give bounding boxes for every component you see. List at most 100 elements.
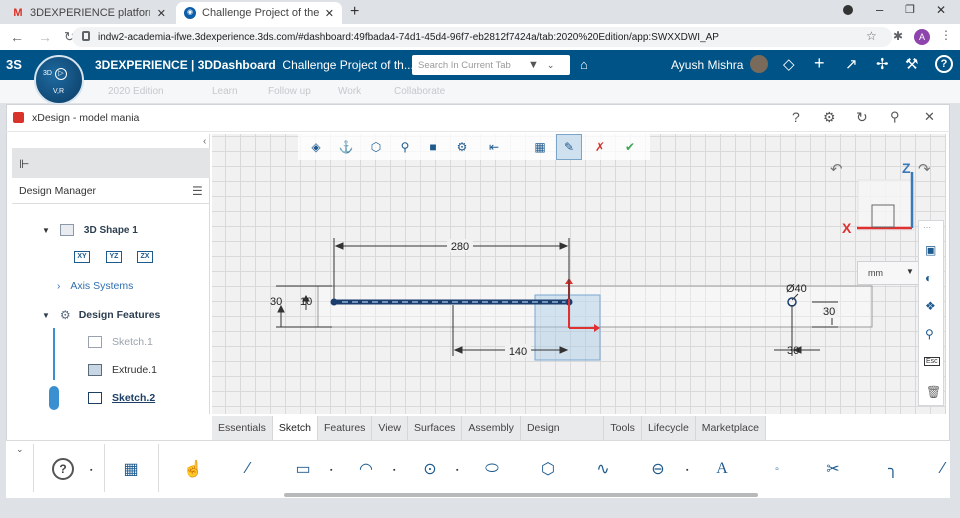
- trim-tool-icon[interactable]: ✂: [820, 456, 846, 482]
- close-tab-icon[interactable]: ✕: [157, 7, 166, 20]
- slot-tool-icon[interactable]: ⊖: [645, 456, 671, 482]
- line-tool-icon[interactable]: ⁄: [235, 456, 261, 482]
- dashboard-tab[interactable]: Collaborate: [394, 86, 445, 97]
- tag-icon[interactable]: ⌂: [580, 57, 588, 72]
- rollback-bar[interactable]: [49, 386, 59, 410]
- profile-avatar[interactable]: A: [914, 29, 930, 45]
- media-icon[interactable]: [843, 5, 853, 15]
- play-icon[interactable]: ▷: [55, 68, 67, 80]
- settings-icon[interactable]: ⚙: [823, 109, 836, 126]
- dashboard-tab[interactable]: 2020 Edition: [108, 86, 164, 97]
- measure-icon[interactable]: ◐: [925, 271, 932, 285]
- rotate-right-icon[interactable]: ↷: [918, 161, 931, 178]
- more-dot[interactable]: ▪: [393, 467, 395, 474]
- add-icon[interactable]: +: [814, 53, 825, 74]
- tab-essentials[interactable]: Essentials: [212, 416, 273, 440]
- chevron-down-icon[interactable]: ▼: [906, 267, 914, 276]
- dim-d40-label[interactable]: Ø40: [786, 283, 807, 295]
- minimize-icon[interactable]: –: [876, 2, 883, 17]
- browser-tab-gmail[interactable]: M 3DEXPERIENCE platform - Gettin ✕: [4, 2, 174, 24]
- hamburger-menu-icon[interactable]: ☰: [192, 184, 203, 198]
- dim-140-label[interactable]: 140: [509, 346, 527, 358]
- help-icon[interactable]: ?: [935, 55, 953, 73]
- help-icon[interactable]: ?: [52, 458, 74, 480]
- grid-snap-icon[interactable]: ▦: [118, 456, 144, 482]
- dim-30-bottom-label[interactable]: 30: [787, 345, 799, 357]
- more-dot[interactable]: ▪: [90, 467, 92, 474]
- browser-tab-challenge[interactable]: ◉ Challenge Project of the Year 20 ✕: [176, 2, 342, 24]
- expand-arrow-icon[interactable]: ▼: [42, 226, 50, 235]
- dashboard-title[interactable]: Challenge Project of th...: [282, 58, 413, 72]
- filter-icon[interactable]: ▼: [528, 59, 539, 71]
- extensions-icon[interactable]: ✱: [893, 29, 903, 43]
- user-name[interactable]: Ayush Mishra: [671, 58, 743, 72]
- dim-30-left-label[interactable]: 30: [270, 296, 282, 308]
- chevron-right-icon[interactable]: ›: [57, 281, 60, 292]
- message-icon[interactable]: ◇: [783, 55, 795, 73]
- point-tool-icon[interactable]: ▫: [764, 456, 790, 482]
- tab-view[interactable]: View: [372, 416, 408, 440]
- close-window-icon[interactable]: ✕: [936, 3, 946, 17]
- dim-280-label[interactable]: 280: [451, 241, 469, 253]
- tree-node-sketch2[interactable]: Sketch.2: [88, 392, 155, 404]
- expand-arrow-icon[interactable]: ▼: [42, 311, 50, 320]
- tab-features[interactable]: Features: [317, 416, 373, 440]
- refresh-icon[interactable]: ↻: [856, 109, 868, 126]
- toolbar-scrollbar[interactable]: [284, 493, 758, 497]
- slot-endpoint[interactable]: [330, 298, 338, 306]
- tree-icon[interactable]: ⊩: [19, 157, 29, 171]
- dim-30-right-label[interactable]: 30: [823, 306, 835, 318]
- tree-node-axis-systems[interactable]: › Axis Systems: [57, 280, 133, 292]
- tree-node-3d-shape[interactable]: ▼ 3D Shape 1: [42, 224, 138, 236]
- tree-node-extrude1[interactable]: Extrude.1: [88, 364, 157, 376]
- help-icon[interactable]: ?: [792, 109, 800, 125]
- search-model-icon[interactable]: ⚲: [925, 327, 934, 341]
- spline-tool-icon[interactable]: ∿: [590, 456, 616, 482]
- ellipse-tool-icon[interactable]: ⬭: [479, 456, 505, 482]
- restore-icon[interactable]: ❐: [905, 3, 915, 16]
- share-icon[interactable]: ↗: [845, 55, 858, 73]
- drag-handle-icon[interactable]: ⋯: [923, 223, 931, 232]
- tree-node-design-features[interactable]: ▼ ⚙ Design Features: [42, 308, 160, 322]
- fillet-tool-icon[interactable]: ╮: [880, 456, 906, 482]
- delete-icon[interactable]: 🗑: [926, 385, 941, 399]
- more-tools-icon[interactable]: ⁄: [930, 456, 956, 482]
- section-view-icon[interactable]: ▣: [925, 243, 936, 257]
- pin-icon[interactable]: ⚲: [890, 109, 900, 125]
- text-tool-icon[interactable]: A: [709, 456, 735, 482]
- chevron-down-icon[interactable]: ⌄: [547, 60, 555, 71]
- esc-icon[interactable]: Esc: [924, 357, 940, 366]
- appearance-icon[interactable]: ❖: [925, 299, 936, 313]
- search-box[interactable]: Search In Current Tab ▼ ⌄: [412, 55, 570, 75]
- url-field[interactable]: indw2-academia-ifwe.3dexperience.3ds.com…: [72, 27, 892, 47]
- tab-assembly[interactable]: Assembly: [462, 416, 521, 440]
- plane-yz-icon[interactable]: YZ: [106, 251, 122, 263]
- polygon-tool-icon[interactable]: ⬡: [535, 456, 561, 482]
- rectangle-tool-icon[interactable]: ▭: [290, 456, 316, 482]
- tab-design-guidance[interactable]: Design Guidance: [520, 416, 605, 458]
- menu-icon[interactable]: ⋮: [940, 28, 952, 42]
- collapse-panel-icon[interactable]: ‹: [203, 136, 206, 147]
- dashboard-tab[interactable]: Work: [338, 86, 361, 97]
- star-icon[interactable]: ☆: [866, 29, 877, 43]
- network-icon[interactable]: ✢: [876, 55, 889, 73]
- select-tool-icon[interactable]: ☝: [180, 456, 206, 482]
- dim-10-label[interactable]: 10: [300, 296, 312, 308]
- tab-sketch[interactable]: Sketch: [272, 416, 318, 440]
- compass-widget[interactable]: 3D ▷ V,R: [34, 55, 84, 105]
- tab-lifecycle[interactable]: Lifecycle: [641, 416, 696, 440]
- close-icon[interactable]: ✕: [924, 109, 935, 125]
- plane-zx-icon[interactable]: ZX: [137, 251, 153, 263]
- tab-marketplace[interactable]: Marketplace: [695, 416, 766, 440]
- rotate-left-icon[interactable]: ↶: [830, 161, 843, 178]
- more-dot[interactable]: ▪: [686, 467, 688, 474]
- dashboard-tab[interactable]: Learn: [212, 86, 238, 97]
- user-avatar[interactable]: [750, 55, 768, 73]
- forward-icon[interactable]: →: [38, 29, 52, 45]
- tree-node-sketch1[interactable]: Sketch.1: [88, 336, 153, 348]
- back-icon[interactable]: ←: [10, 29, 24, 45]
- arc-tool-icon[interactable]: ◠: [353, 456, 379, 482]
- units-select[interactable]: mm ▼: [857, 261, 919, 285]
- circle-tool-icon[interactable]: ⊙: [417, 456, 443, 482]
- new-tab-icon[interactable]: +: [350, 3, 359, 21]
